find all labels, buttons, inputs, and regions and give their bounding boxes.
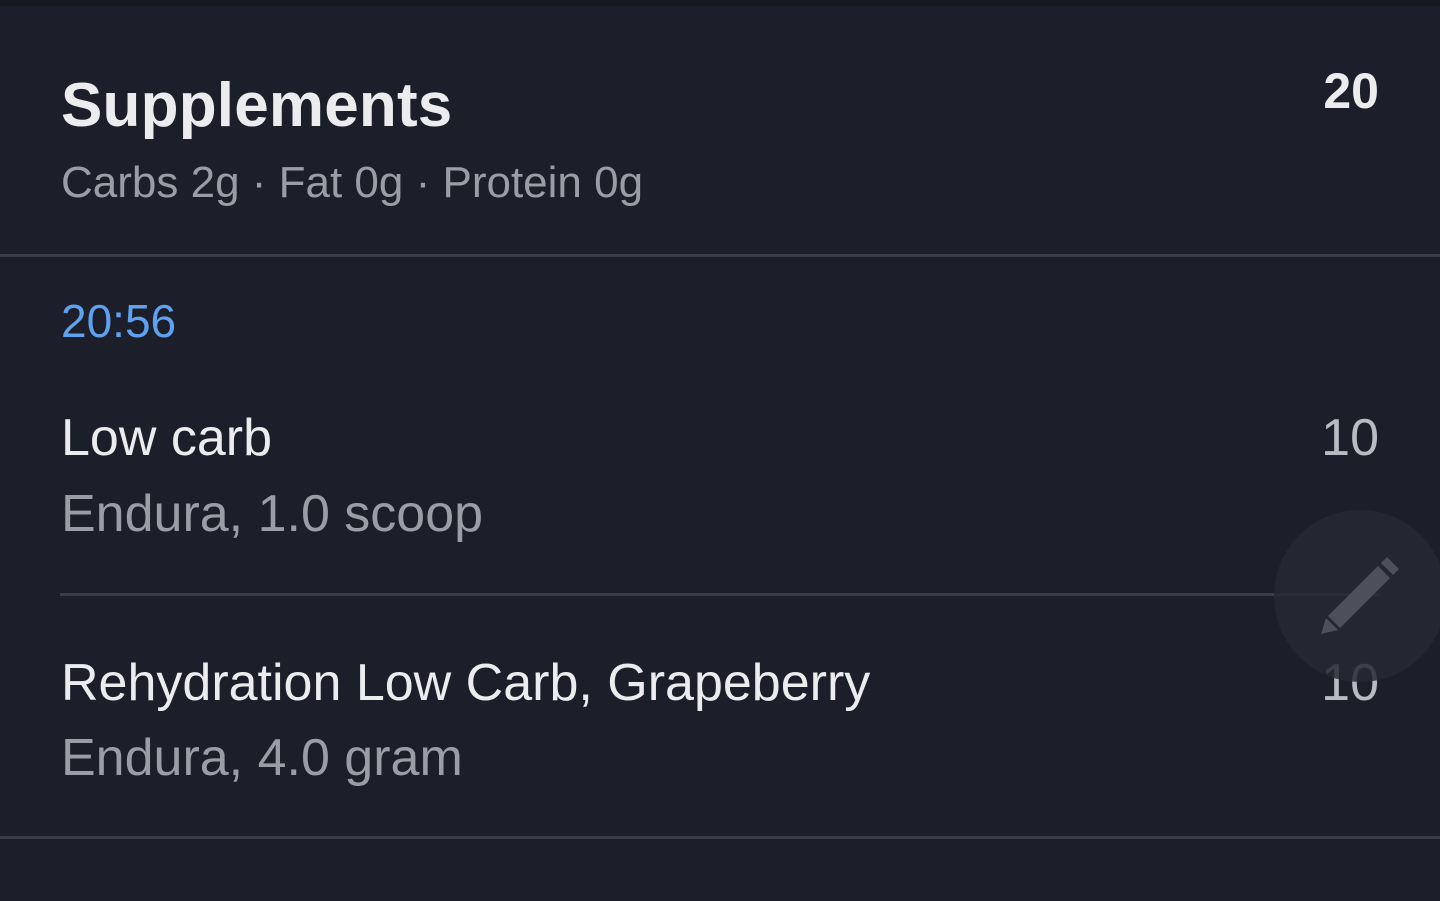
- item-name: Low carb: [61, 409, 272, 467]
- edit-fab-button[interactable]: [1274, 510, 1440, 682]
- item-divider: [60, 593, 1380, 596]
- item-calories: 10: [1321, 409, 1379, 467]
- item-detail: Endura, 1.0 scoop: [61, 485, 484, 543]
- pencil-icon: [1321, 557, 1399, 634]
- section-title: Supplements: [61, 71, 453, 140]
- log-time: 20:56: [61, 295, 177, 347]
- header-divider: [0, 254, 1440, 257]
- section-bottom-divider: [0, 836, 1440, 839]
- section-macros-summary: Carbs 2g · Fat 0g · Protein 0g: [61, 158, 644, 207]
- item-name: Rehydration Low Carb, Grapeberry: [61, 654, 871, 712]
- item-detail: Endura, 4.0 gram: [61, 729, 463, 787]
- section-total-calories: 20: [1323, 63, 1379, 119]
- section-header[interactable]: Supplements 20 Carbs 2g · Fat 0g · Prote…: [0, 6, 1440, 254]
